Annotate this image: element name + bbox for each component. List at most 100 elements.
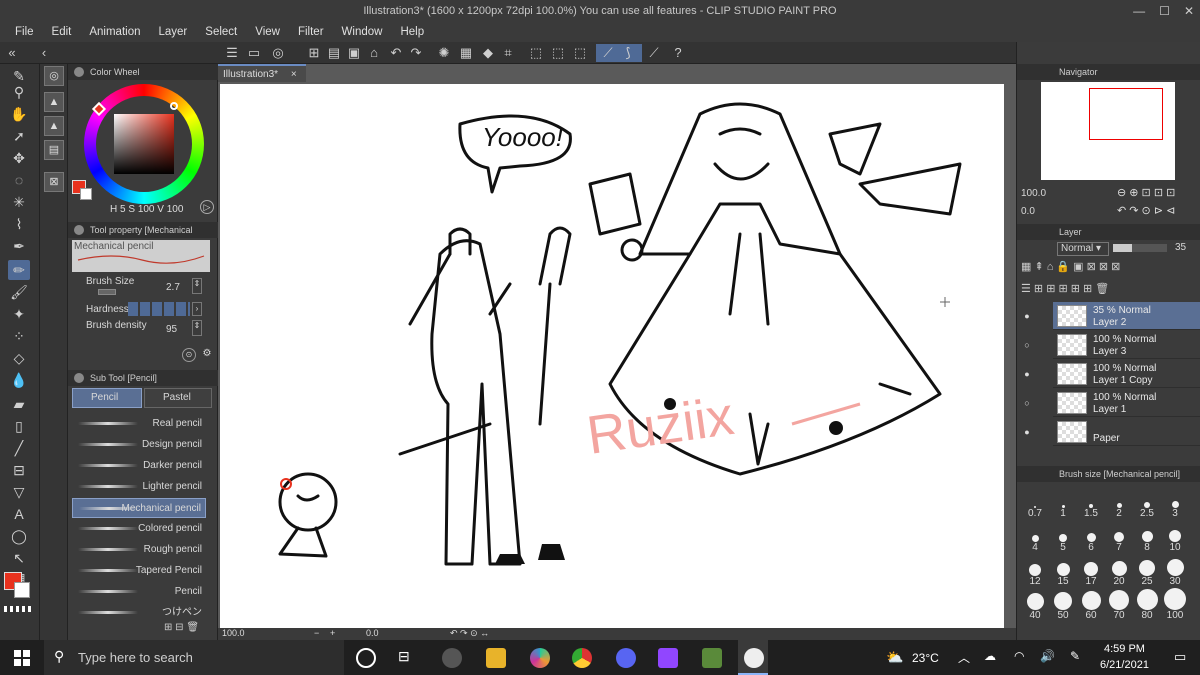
balloon-tool-icon[interactable]: ◯: [8, 526, 30, 546]
layer-row[interactable]: 100 % Normal Layer 1 Copy: [1053, 360, 1200, 388]
obs-icon[interactable]: [442, 648, 462, 668]
color-wheel[interactable]: [84, 84, 204, 204]
canvas-angle-value[interactable]: 0.0: [366, 628, 379, 638]
pencil-tool-icon[interactable]: ✏: [8, 260, 30, 280]
gradient-tool-icon[interactable]: ▯: [8, 416, 30, 436]
cw-sub-color[interactable]: [80, 188, 92, 200]
subtool-item[interactable]: Darker pencil: [72, 456, 206, 476]
tray-chevron-icon[interactable]: ︿: [958, 649, 970, 666]
brush-size-option[interactable]: 30: [1161, 554, 1189, 587]
app-icon[interactable]: [530, 648, 550, 668]
navigator-zoom[interactable]: 100.0: [1021, 188, 1046, 199]
subtool-settings-icon[interactable]: ▲: [44, 92, 64, 112]
subtool-list-icon[interactable]: ▲: [44, 116, 64, 136]
close-tab-icon[interactable]: ×: [291, 69, 297, 80]
move-tool-icon[interactable]: ✥: [8, 148, 30, 168]
zoom-tool-icon[interactable]: ⚲: [8, 82, 30, 102]
brush-size-option[interactable]: 2.5: [1133, 486, 1161, 519]
lasso-tool-icon[interactable]: ◌: [8, 170, 30, 190]
subtool-item[interactable]: Lighter pencil: [72, 477, 206, 497]
brush-size-option[interactable]: 0.7: [1021, 486, 1049, 519]
color-mode-toggle-icon[interactable]: ▷: [200, 200, 214, 214]
layer-visibility-toggle[interactable]: ○: [1021, 397, 1033, 409]
menu-help[interactable]: Help: [391, 26, 433, 38]
navigator-angle[interactable]: 0.0: [1021, 206, 1035, 217]
subtool-close-icon[interactable]: ⊠: [44, 172, 64, 192]
zoom-out-icon[interactable]: −: [314, 628, 319, 638]
panel-toggle-icon[interactable]: ‹: [36, 45, 52, 61]
menu-filter[interactable]: Filter: [289, 26, 333, 38]
blend-mode-select[interactable]: Normal ▾: [1057, 242, 1109, 256]
brush-size-option[interactable]: 25: [1133, 554, 1161, 587]
frame-border-icon[interactable]: ⊟: [8, 460, 30, 480]
brush-size-option[interactable]: 80: [1133, 588, 1161, 621]
navigator-zoom-buttons[interactable]: ⊖ ⊕ ⊡ ⊡ ⊡: [1117, 186, 1175, 199]
brush-size-option[interactable]: 3: [1161, 486, 1189, 519]
volume-icon[interactable]: 🔊: [1040, 649, 1055, 663]
save-icon[interactable]: ▣: [346, 45, 362, 61]
layer-row[interactable]: Paper: [1053, 418, 1200, 446]
subtool-item[interactable]: Real pencil: [72, 414, 206, 434]
brush-tool-icon[interactable]: 🖌: [8, 282, 30, 302]
help-icon[interactable]: ?: [670, 45, 686, 61]
discord-icon[interactable]: [616, 648, 636, 668]
subtool-item[interactable]: Pencil: [72, 582, 206, 602]
hardness-arrow-icon[interactable]: ›: [192, 302, 202, 316]
minecraft-icon[interactable]: [702, 648, 722, 668]
task-view-icon[interactable]: ⊟: [398, 648, 418, 668]
layer-row[interactable]: 35 % Normal Layer 2: [1053, 302, 1200, 330]
new-canvas-icon[interactable]: ⊞: [306, 45, 322, 61]
layer-toolbar-2[interactable]: ☰ ⊞ ⊞ ⊞ ⊞ ⊞ 🗑: [1021, 282, 1109, 295]
crop-icon[interactable]: ⬚: [572, 45, 588, 61]
canvas-zoom-value[interactable]: 100.0: [222, 628, 245, 638]
text-tool-icon[interactable]: A: [8, 504, 30, 524]
blend-tool-icon[interactable]: 💧: [8, 370, 30, 390]
airbrush-icon[interactable]: ⁘: [8, 326, 30, 346]
subtool-grid-icon[interactable]: ▤: [44, 140, 64, 160]
brush-size-option[interactable]: 1: [1049, 486, 1077, 519]
brush-size-option[interactable]: 6: [1077, 520, 1105, 553]
menu-file[interactable]: File: [6, 26, 43, 38]
menu-layer[interactable]: Layer: [150, 26, 197, 38]
subtool-item[interactable]: Tapered Pencil: [72, 561, 206, 581]
pen-icon[interactable]: ✒: [8, 236, 30, 256]
subtool-pencil-icon[interactable]: ◎: [44, 66, 64, 86]
decoration-tool-icon[interactable]: ✦: [8, 304, 30, 324]
opacity-slider[interactable]: [1113, 244, 1167, 252]
layer-row[interactable]: 100 % Normal Layer 3: [1053, 331, 1200, 359]
brush-size-option[interactable]: 12: [1021, 554, 1049, 587]
layer-row[interactable]: 100 % Normal Layer 1: [1053, 389, 1200, 417]
windows-start-icon[interactable]: [14, 650, 30, 666]
menu-edit[interactable]: Edit: [43, 26, 81, 38]
brush-size-option[interactable]: 10: [1161, 520, 1189, 553]
clear-icon[interactable]: ▦: [458, 45, 474, 61]
delete-subtool-icon[interactable]: 🗑: [186, 622, 199, 633]
menu-animation[interactable]: Animation: [80, 26, 149, 38]
navigator-viewport[interactable]: [1089, 88, 1163, 140]
layer-visibility-toggle[interactable]: ●: [1021, 310, 1033, 322]
clock-date[interactable]: 6/21/2021: [1100, 659, 1149, 671]
subtool-item[interactable]: Mechanical pencil: [72, 498, 206, 518]
pen-workspace-icon[interactable]: ✎: [1070, 649, 1080, 663]
menu-view[interactable]: View: [246, 26, 289, 38]
undo-icon[interactable]: ↶: [388, 45, 404, 61]
new-file-icon[interactable]: ▭: [246, 45, 262, 61]
notifications-icon[interactable]: ▭: [1174, 649, 1186, 665]
taskbar-search[interactable]: ⚲ Type here to search: [44, 640, 344, 675]
hue-marker[interactable]: [91, 101, 107, 117]
cortana-icon[interactable]: [356, 648, 376, 668]
drawing-canvas[interactable]: Yoooo! Ruziix: [220, 84, 1004, 628]
color-saturation-square[interactable]: [114, 114, 174, 174]
layer-visibility-toggle[interactable]: ●: [1021, 368, 1033, 380]
minimize-button[interactable]: —: [1133, 0, 1145, 22]
density-value[interactable]: 95: [166, 324, 177, 335]
copy-subtool-icon[interactable]: ⊟: [175, 622, 183, 633]
opacity-value[interactable]: 35: [1175, 242, 1186, 253]
brush-size-slider[interactable]: [98, 289, 116, 295]
subtool-item[interactable]: Design pencil: [72, 435, 206, 455]
operation-tool-icon[interactable]: ➚: [8, 126, 30, 146]
tool-settings-icon[interactable]: ⚙: [200, 348, 214, 362]
layer-visibility-toggle[interactable]: ●: [1021, 426, 1033, 438]
fill-tool-icon[interactable]: ▰: [8, 394, 30, 414]
magic-wand-icon[interactable]: ✳: [8, 192, 30, 212]
